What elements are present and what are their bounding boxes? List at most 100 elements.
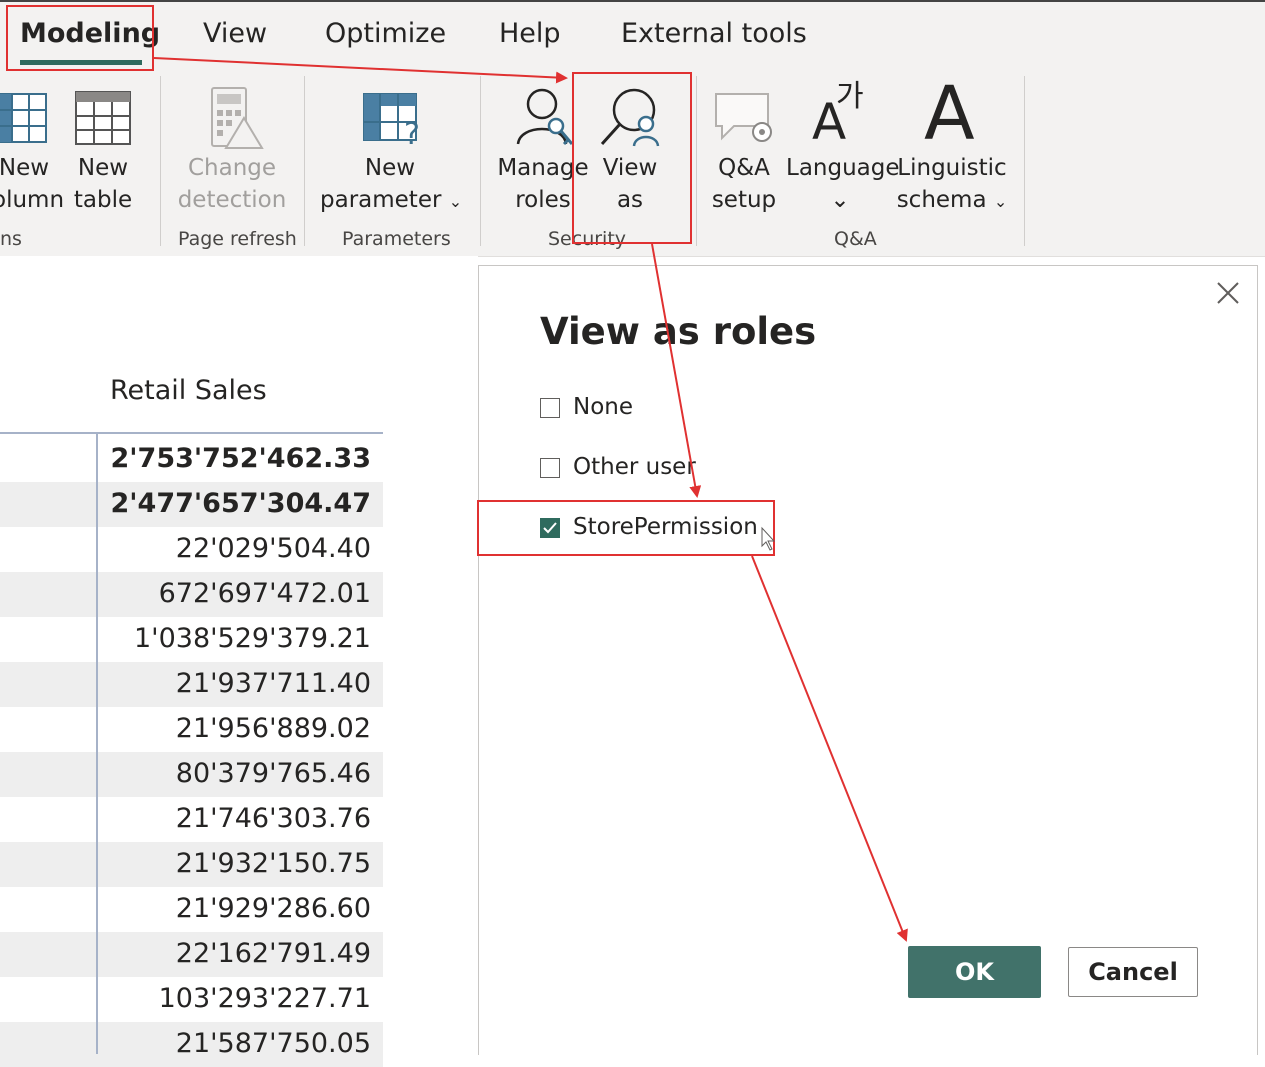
tab-view[interactable]: View bbox=[203, 18, 267, 49]
ribbon: New olumn New table ns Change detection … bbox=[0, 70, 1265, 257]
new-parameter-button[interactable]: ? New parameter ⌄ bbox=[320, 84, 462, 224]
linguistic-schema-label-1: Linguistic bbox=[897, 155, 1007, 181]
group-label-parameters: Parameters bbox=[342, 228, 451, 250]
column-header-retail-sales[interactable]: Retail Sales bbox=[110, 375, 267, 406]
manage-roles-label-1: Manage bbox=[497, 155, 589, 181]
language-icon: A 가 bbox=[812, 79, 872, 151]
role-label: Other user bbox=[573, 454, 696, 480]
change-detection-label-2: detection bbox=[177, 187, 287, 213]
language-button[interactable]: A 가 Language ⌄ bbox=[786, 80, 900, 224]
tab-optimize[interactable]: Optimize bbox=[325, 18, 446, 49]
table-row[interactable]: 21'746'303.76 bbox=[0, 797, 383, 842]
checkbox-other-user[interactable] bbox=[540, 458, 560, 478]
new-table-label-2: table bbox=[73, 187, 133, 213]
table-row[interactable]: 21'587'750.05 bbox=[0, 1022, 383, 1067]
cell-value: 21'937'711.40 bbox=[175, 668, 371, 699]
new-column-button[interactable]: New olumn bbox=[0, 84, 65, 224]
checkbox-none[interactable] bbox=[540, 398, 560, 418]
table-row[interactable]: 2'477'657'304.47 bbox=[0, 482, 383, 527]
new-column-label-1: New bbox=[0, 155, 50, 181]
new-parameter-label-2: parameter ⌄ bbox=[320, 184, 462, 218]
linguistic-schema-label-2: schema ⌄ bbox=[896, 184, 1008, 218]
table-row[interactable]: 2'753'752'462.33 bbox=[0, 437, 383, 482]
ribbon-separator bbox=[304, 76, 305, 246]
role-label: StorePermission bbox=[573, 514, 758, 540]
qa-setup-label-1: Q&A bbox=[718, 155, 770, 181]
ribbon-separator bbox=[1024, 76, 1025, 246]
language-label-1: Language bbox=[786, 155, 900, 181]
group-label-security: Security bbox=[548, 228, 627, 250]
cell-value: 1'038'529'379.21 bbox=[134, 623, 371, 654]
table-icon bbox=[75, 91, 131, 145]
linguistic-schema-button[interactable]: A Linguistic schema ⌄ bbox=[896, 76, 1008, 224]
chevron-down-icon: ⌄ bbox=[993, 192, 1008, 211]
table-row[interactable]: 672'697'472.01 bbox=[0, 572, 383, 617]
column-divider bbox=[96, 434, 98, 1054]
cell-value: 672'697'472.01 bbox=[158, 578, 371, 609]
view-as-icon bbox=[600, 88, 660, 147]
ok-button[interactable]: OK bbox=[908, 946, 1041, 998]
cell-value: 22'162'791.49 bbox=[175, 938, 371, 969]
table-row[interactable]: 21'929'286.60 bbox=[0, 887, 383, 932]
manage-roles-icon bbox=[516, 88, 574, 146]
hangul-glyph: 가 bbox=[836, 79, 864, 114]
view-as-button[interactable]: View as bbox=[586, 84, 674, 224]
ribbon-separator bbox=[480, 76, 481, 246]
role-label: None bbox=[573, 394, 634, 420]
table-visual: Retail Sales 2'753'752'462.33 2'477'657'… bbox=[0, 256, 478, 1067]
cancel-button[interactable]: Cancel bbox=[1068, 947, 1198, 997]
header-divider bbox=[0, 432, 383, 434]
new-table-button[interactable]: New table bbox=[72, 84, 134, 224]
table-row[interactable]: 22'162'791.49 bbox=[0, 932, 383, 977]
svg-text:?: ? bbox=[404, 117, 420, 148]
parameter-icon: ? bbox=[363, 93, 420, 148]
tab-modeling[interactable]: Modeling bbox=[20, 18, 160, 49]
table-row[interactable]: 1'038'529'379.21 bbox=[0, 617, 383, 662]
new-parameter-label-text: parameter bbox=[320, 187, 442, 213]
change-detection-label-1: Change bbox=[187, 155, 277, 181]
calculator-icon bbox=[211, 87, 264, 149]
ribbon-separator bbox=[160, 76, 161, 246]
change-detection-button[interactable]: Change detection bbox=[172, 84, 292, 224]
checkbox-storepermission[interactable] bbox=[540, 518, 560, 538]
cell-value: 2'477'657'304.47 bbox=[110, 488, 372, 519]
qa-setup-icon bbox=[715, 93, 772, 142]
close-icon[interactable] bbox=[1215, 280, 1241, 306]
table-row[interactable]: 80'379'765.46 bbox=[0, 752, 383, 797]
ribbon-separator bbox=[696, 76, 697, 246]
group-label-qa: Q&A bbox=[834, 228, 877, 250]
tab-help[interactable]: Help bbox=[499, 18, 561, 49]
new-parameter-label-1: New bbox=[364, 155, 416, 181]
group-label-page-refresh: Page refresh bbox=[178, 228, 297, 250]
view-as-label-1: View bbox=[602, 155, 658, 181]
qa-setup-label-2: setup bbox=[711, 187, 777, 213]
table-row[interactable]: 22'029'504.40 bbox=[0, 527, 383, 572]
cell-value: 21'956'889.02 bbox=[175, 713, 371, 744]
view-as-roles-dialog: View as roles None Other user StorePermi… bbox=[478, 265, 1258, 1055]
view-as-label-2: as bbox=[616, 187, 644, 213]
chevron-down-icon: ⌄ bbox=[830, 187, 850, 213]
ribbon-tab-bar: Modeling View Optimize Help External too… bbox=[0, 0, 1265, 70]
new-table-label-1: New bbox=[77, 155, 129, 181]
new-column-label-2: olumn bbox=[0, 187, 65, 213]
column-icon bbox=[0, 93, 47, 143]
cell-value: 21'746'303.76 bbox=[175, 803, 371, 834]
cell-value: 21'932'150.75 bbox=[175, 848, 371, 879]
manage-roles-button[interactable]: Manage roles bbox=[496, 84, 590, 224]
active-tab-indicator bbox=[20, 60, 142, 65]
checkmark-icon bbox=[543, 522, 557, 534]
letter-a-icon: A bbox=[924, 71, 975, 157]
linguistic-schema-label-text: schema bbox=[896, 187, 987, 213]
dialog-title: View as roles bbox=[540, 310, 817, 353]
table-row[interactable]: 103'293'227.71 bbox=[0, 977, 383, 1022]
table-row[interactable]: 21'937'711.40 bbox=[0, 662, 383, 707]
tab-external-tools[interactable]: External tools bbox=[621, 18, 807, 49]
cell-value: 22'029'504.40 bbox=[175, 533, 371, 564]
cell-value: 103'293'227.71 bbox=[158, 983, 371, 1014]
cell-value: 80'379'765.46 bbox=[175, 758, 371, 789]
table-row[interactable]: 21'956'889.02 bbox=[0, 707, 383, 752]
qa-setup-button[interactable]: Q&A setup bbox=[704, 84, 784, 224]
table-row[interactable]: 21'932'150.75 bbox=[0, 842, 383, 887]
cell-value: 21'587'750.05 bbox=[175, 1028, 371, 1059]
group-label-calculations: ns bbox=[0, 228, 22, 250]
